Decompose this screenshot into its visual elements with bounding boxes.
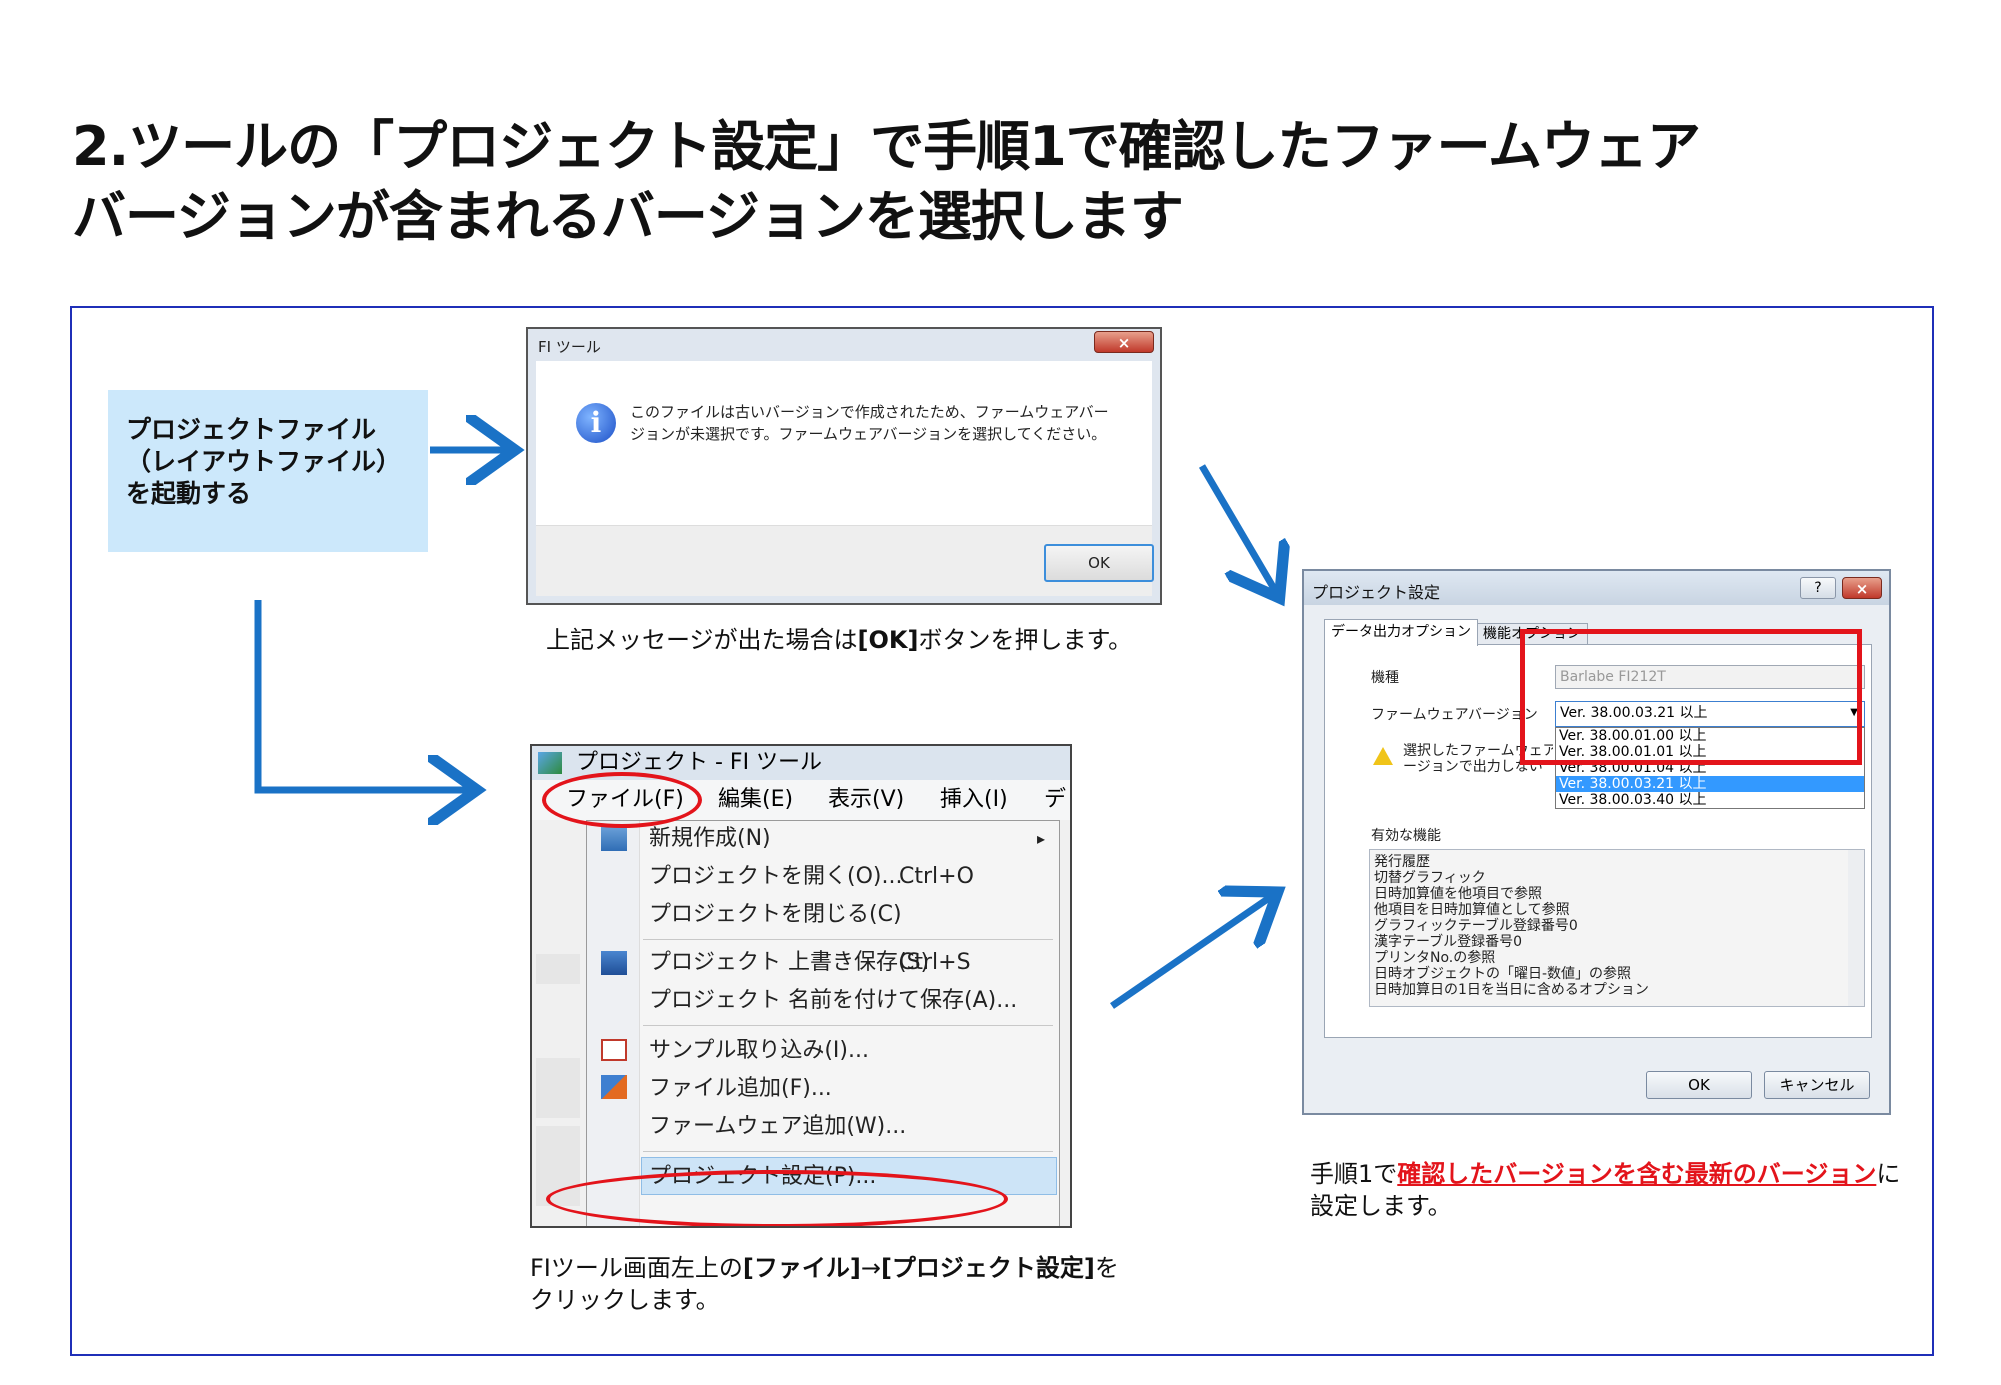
caption-ok-text: 上記メッセージが出た場合は	[546, 626, 858, 654]
firmware-highlight-box	[1520, 629, 1862, 765]
add-file-icon	[601, 1075, 627, 1099]
feature-item: グラフィックテーブル登録番号0	[1374, 918, 1578, 934]
settings-ok-button[interactable]: OK	[1646, 1071, 1752, 1099]
shortcut-open: Ctrl+O	[899, 864, 974, 889]
feature-item: 漢字テーブル登録番号0	[1374, 934, 1523, 950]
caption-menu-arrow: →	[860, 1254, 881, 1282]
menu-item-sample-import[interactable]: サンプル取り込み(I)...	[649, 1033, 869, 1069]
firmware-option-selected[interactable]: Ver. 38.00.03.21 以上	[1556, 776, 1864, 792]
menu-edit[interactable]: 編集(E)	[718, 780, 793, 820]
shortcut-save: Ctrl+S	[899, 950, 971, 975]
dialog-message: このファイルは古いバージョンで作成されたため、ファームウェアバージョンが未選択で…	[630, 403, 1109, 443]
menu-item-open[interactable]: プロジェクトを開く(O)...	[649, 859, 902, 895]
caption-ok-bold: [OK]	[857, 626, 919, 654]
new-project-icon	[601, 827, 627, 851]
caption-ok: 上記メッセージが出た場合は[OK]ボタンを押します。	[546, 624, 1166, 656]
menu-item-add-firmware[interactable]: ファームウェア追加(W)...	[649, 1109, 906, 1145]
arrow-menu-to-settings	[1110, 896, 1272, 1009]
arrow-dialog-to-settings	[1198, 464, 1276, 592]
arrow-start-to-menu	[254, 600, 470, 790]
help-button[interactable]: ?	[1800, 577, 1836, 599]
file-dropdown-menu: 新規作成(N) ▸ プロジェクトを開く(O)... Ctrl+O プロジェクトを…	[586, 820, 1060, 1226]
menu-item-save-as[interactable]: プロジェクト 名前を付けて保存(A)...	[649, 983, 1017, 1019]
warning-icon	[1373, 747, 1393, 765]
menu-data[interactable]: デ	[1044, 780, 1066, 820]
menu-separator	[643, 1151, 1053, 1152]
close-button[interactable]: ×	[1094, 331, 1154, 353]
file-menu-highlight-circle	[542, 772, 702, 828]
dialog-title: FI ツール	[538, 338, 601, 356]
dialog-titlebar: FI ツール ×	[528, 329, 1160, 361]
menu-item-add-file[interactable]: ファイル追加(F)...	[649, 1071, 832, 1107]
menu-separator	[643, 1025, 1053, 1026]
menu-insert[interactable]: 挿入(I)	[940, 780, 1008, 820]
menu-gutter	[587, 821, 640, 1226]
caption-settings-text: 手順1で	[1310, 1160, 1398, 1188]
menu-separator	[643, 939, 1053, 940]
caption-menu-text: FIツール画面左上の	[530, 1254, 743, 1282]
features-scrollbar[interactable]	[1848, 850, 1864, 1006]
feature-item: 切替グラフィック	[1374, 870, 1486, 886]
caption-menu-bold-settings: [プロジェクト設定]	[880, 1254, 1095, 1282]
feature-item: 日時オブジェクトの「曜日-数値」の参照	[1374, 966, 1632, 982]
close-button[interactable]: ×	[1842, 577, 1882, 599]
ok-button[interactable]: OK	[1044, 544, 1154, 582]
sample-import-icon	[601, 1039, 627, 1061]
caption-menu: FIツール画面左上の[ファイル]→[プロジェクト設定]をクリックします。	[530, 1252, 1130, 1316]
feature-item: プリンタNo.の参照	[1374, 950, 1496, 966]
features-list[interactable]: 発行履歴 切替グラフィック 日時加算値を他項目で参照 他項目を日時加算値として参…	[1369, 849, 1865, 1007]
caption-settings: 手順1で確認したバージョンを含む最新のバージョンに設定します。	[1310, 1158, 1910, 1222]
caption-ok-text-2: ボタンを押します。	[918, 626, 1133, 654]
tab-data-output[interactable]: データ出力オプション	[1324, 619, 1478, 646]
firmware-option[interactable]: Ver. 38.00.03.40 以上	[1556, 792, 1864, 808]
settings-cancel-button[interactable]: キャンセル	[1764, 1071, 1870, 1099]
dialog-footer: OK	[536, 525, 1154, 596]
settings-titlebar: プロジェクト設定 ? ×	[1304, 571, 1889, 605]
menu-item-new[interactable]: 新規作成(N)	[649, 821, 771, 857]
feature-item: 発行履歴	[1374, 854, 1430, 870]
file-menu-screenshot: プロジェクト - FI ツール ファイル(F) 編集(E) 表示(V) 挿入(I…	[530, 744, 1072, 1228]
menu-view[interactable]: 表示(V)	[828, 780, 904, 820]
app-icon	[538, 752, 562, 774]
firmware-label: ファームウェアバージョン	[1371, 707, 1538, 723]
toolbar-strip	[536, 1058, 580, 1118]
caption-menu-bold-file: [ファイル]	[742, 1254, 861, 1282]
model-label: 機種	[1371, 670, 1399, 686]
menu-item-close[interactable]: プロジェクトを閉じる(C)	[649, 897, 902, 933]
toolbar-strip	[536, 954, 580, 984]
features-label: 有効な機能	[1371, 828, 1441, 844]
info-icon: i	[576, 403, 616, 443]
project-settings-dialog: プロジェクト設定 ? × データ出力オプション 機能オプション 機種 Barla…	[1302, 569, 1891, 1115]
settings-title: プロジェクト設定	[1312, 583, 1441, 602]
project-settings-highlight-circle	[546, 1170, 1008, 1226]
old-version-dialog: FI ツール × i このファイルは古いバージョンで作成されたため、ファームウェ…	[526, 327, 1162, 605]
caption-settings-emphasis: 確認したバージョンを含む最新のバージョン	[1397, 1160, 1877, 1188]
save-icon	[601, 951, 627, 975]
feature-item: 日時加算値を他項目で参照	[1374, 886, 1542, 902]
feature-item: 他項目を日時加算値として参照	[1374, 902, 1570, 918]
submenu-arrow-icon: ▸	[1037, 829, 1046, 848]
feature-item: 日時加算日の1日を当日に含めるオプション	[1374, 982, 1649, 998]
menu-item-save[interactable]: プロジェクト 上書き保存(S)	[649, 945, 929, 981]
